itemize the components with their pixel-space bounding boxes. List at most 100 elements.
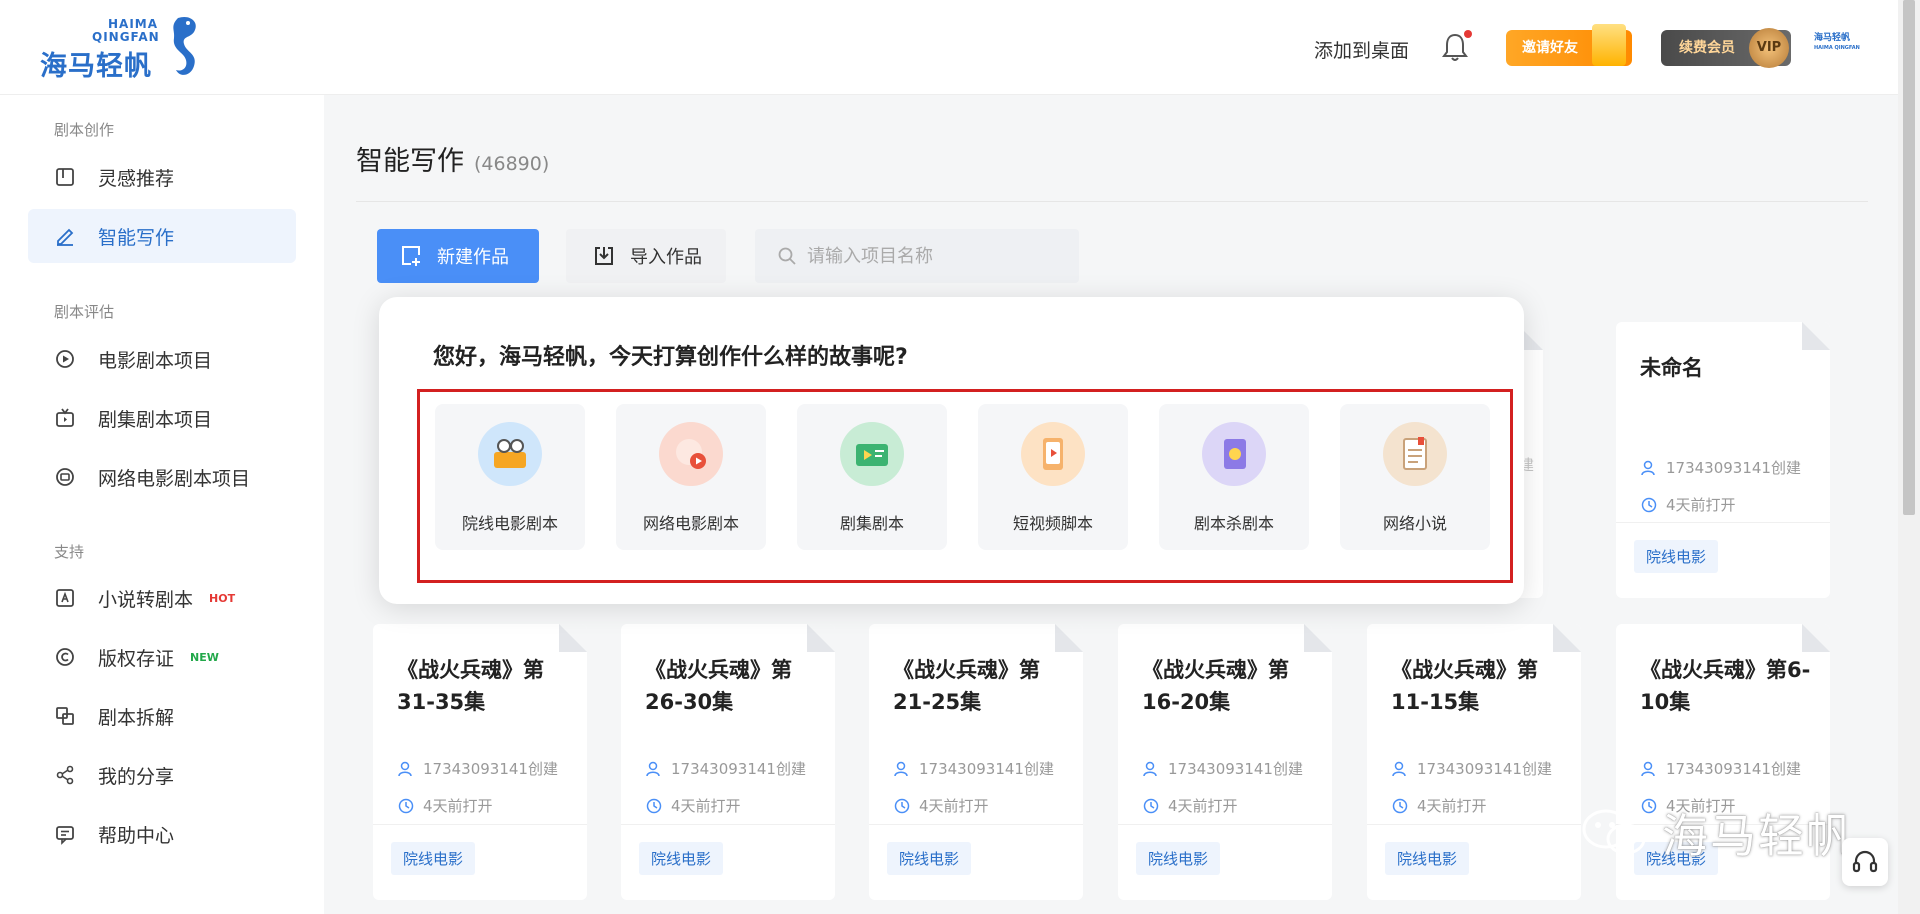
- sidebar-item-label: 网络电影剧本项目: [98, 467, 251, 490]
- card-opened: 4天前打开: [1142, 795, 1238, 816]
- sidebar-item-label: 电影剧本项目: [98, 349, 213, 372]
- sidebar-item-copyright[interactable]: 版权存证 NEW: [28, 630, 296, 684]
- sidebar-item-movie-projects[interactable]: 电影剧本项目: [28, 332, 296, 386]
- user-avatar[interactable]: 海马轻帆 HAIMA QINGFAN: [1814, 32, 1860, 52]
- customer-support-button[interactable]: [1842, 838, 1888, 886]
- headset-icon: [1852, 850, 1878, 873]
- novel-icon: [1383, 422, 1447, 486]
- project-card[interactable]: 《战火兵魂》第21-25集 17343093141创建 4天前打开 院线电影: [869, 624, 1083, 900]
- sidebar-item-series-projects[interactable]: 剧集剧本项目: [28, 391, 296, 445]
- sidebar-item-script-breakdown[interactable]: 剧本拆解: [28, 689, 296, 743]
- user-icon: [1641, 761, 1655, 776]
- card-creator-text: 17343093141创建: [1666, 760, 1801, 778]
- invite-friends-button[interactable]: 邀请好友: [1506, 24, 1632, 66]
- invite-label: 邀请好友: [1522, 40, 1578, 56]
- card-creator: 17343093141创建: [1142, 758, 1303, 779]
- web-film-icon: [659, 422, 723, 486]
- option-tv-series[interactable]: 剧集剧本: [797, 404, 947, 550]
- renew-label: 续费会员: [1679, 40, 1735, 56]
- murder-mystery-icon: [1202, 422, 1266, 486]
- card-divider: [1118, 824, 1332, 825]
- web-video-icon: [56, 468, 74, 486]
- card-creator: 17343093141创建: [397, 758, 558, 779]
- sidebar-item-help-center[interactable]: 帮助中心: [28, 807, 296, 861]
- option-web-novel[interactable]: 网络小说: [1340, 404, 1490, 550]
- sidebar-item-web-movie-projects[interactable]: 网络电影剧本项目: [28, 450, 296, 504]
- project-card[interactable]: 未命名 17343093141创建 4天前打开 院线电影: [1616, 322, 1830, 598]
- share-icon: [56, 765, 74, 785]
- card-title: 未命名: [1640, 356, 1703, 380]
- sidebar-item-my-shares[interactable]: 我的分享: [28, 748, 296, 802]
- import-icon: [595, 247, 613, 265]
- project-card[interactable]: 《战火兵魂》第16-20集 17343093141创建 4天前打开 院线电影: [1118, 624, 1332, 900]
- user-icon: [398, 761, 412, 776]
- seahorse-icon: [173, 16, 196, 75]
- title-divider: [356, 201, 1868, 202]
- create-type-popup: 您好，海马轻帆，今天打算创作什么样的故事呢? 院线电影剧本 网络电影剧本 剧集剧…: [379, 297, 1524, 604]
- mini-logo-cn: 海马轻帆: [1814, 33, 1851, 43]
- scrollbar-thumb[interactable]: [1903, 0, 1915, 515]
- card-opened-text: 4天前打开: [1666, 496, 1736, 514]
- user-icon: [1143, 761, 1157, 776]
- new-badge: NEW: [190, 650, 219, 664]
- option-short-video[interactable]: 短视频脚本: [978, 404, 1128, 550]
- sidebar-item-label: 帮助中心: [98, 824, 175, 847]
- project-card[interactable]: 《战火兵魂》第11-15集 17343093141创建 4天前打开 院线电影: [1367, 624, 1581, 900]
- card-category-tag: 院线电影: [391, 842, 476, 875]
- renew-vip-button[interactable]: 续费会员 VIP: [1661, 28, 1791, 68]
- book-icon: [56, 168, 74, 186]
- history-icon: [646, 798, 662, 813]
- option-theatrical-film[interactable]: 院线电影剧本: [435, 404, 585, 550]
- page-scrollbar[interactable]: [1898, 0, 1920, 914]
- card-creator: 17343093141创建: [1640, 758, 1801, 779]
- card-category-tag: 院线电影: [887, 842, 972, 875]
- vip-badge: VIP: [1749, 28, 1789, 68]
- split-icon: [56, 707, 74, 725]
- new-work-button[interactable]: 新建作品: [377, 229, 539, 283]
- sidebar-item-smart-writing[interactable]: 智能写作: [28, 209, 296, 263]
- card-creator-text: 17343093141创建: [1417, 760, 1552, 778]
- play-circle-icon: [56, 350, 74, 368]
- user-icon: [894, 761, 908, 776]
- option-murder-mystery[interactable]: 剧本杀剧本: [1159, 404, 1309, 550]
- sidebar-item-label: 小说转剧本: [98, 588, 194, 611]
- logo-en-line1: HAIMA: [108, 17, 159, 31]
- option-label: 院线电影剧本: [461, 514, 558, 533]
- import-work-label: 导入作品: [630, 247, 702, 268]
- film-icon: [478, 422, 542, 486]
- card-opened-text: 4天前打开: [919, 797, 989, 815]
- card-creator-text: 17343093141创建: [423, 760, 558, 778]
- help-icon: [56, 826, 74, 845]
- card-divider: [373, 824, 587, 825]
- sidebar-section-creation: 剧本创作: [54, 121, 115, 139]
- popup-greeting: 您好，海马轻帆，今天打算创作什么样的故事呢?: [433, 345, 908, 370]
- sidebar-item-inspiration[interactable]: 灵感推荐: [28, 150, 296, 204]
- search-icon: [778, 247, 796, 265]
- project-card[interactable]: 《战火兵魂》第31-35集 17343093141创建 4天前打开 院线电影: [373, 624, 587, 900]
- search-input[interactable]: [807, 245, 1067, 267]
- short-video-icon: [1021, 422, 1085, 486]
- card-category-tag: 院线电影: [1634, 540, 1719, 573]
- card-creator: 17343093141创建: [893, 758, 1054, 779]
- user-icon: [646, 761, 660, 776]
- card-divider: [869, 824, 1083, 825]
- card-fold-corner: [1304, 624, 1332, 652]
- card-title: 《战火兵魂》第16-20集: [1142, 658, 1289, 714]
- app-logo[interactable]: HAIMA QINGFAN 海马轻帆: [40, 12, 210, 82]
- history-icon: [1143, 798, 1159, 813]
- sidebar-item-novel-to-script[interactable]: 小说转剧本 HOT: [28, 571, 296, 625]
- option-label: 剧集剧本: [839, 514, 904, 533]
- option-label: 网络小说: [1382, 514, 1447, 533]
- import-work-button[interactable]: 导入作品: [566, 229, 726, 283]
- tv-icon: [56, 408, 74, 427]
- card-title: 《战火兵魂》第26-30集: [645, 658, 792, 714]
- option-web-film[interactable]: 网络电影剧本: [616, 404, 766, 550]
- sidebar-item-label: 剧本拆解: [98, 706, 175, 729]
- top-header: HAIMA QINGFAN 海马轻帆 添加到桌面 邀请好友 续费会员 VIP 海…: [0, 0, 1898, 95]
- mini-logo-en: HAIMA QINGFAN: [1814, 45, 1860, 51]
- project-search[interactable]: [755, 229, 1079, 283]
- add-to-desktop-link[interactable]: 添加到桌面: [1314, 36, 1409, 63]
- project-card[interactable]: 《战火兵魂》第26-30集 17343093141创建 4天前打开 院线电影: [621, 624, 835, 900]
- card-title: 《战火兵魂》第6-10集: [1640, 658, 1811, 714]
- card-creator: 17343093141创建: [1391, 758, 1552, 779]
